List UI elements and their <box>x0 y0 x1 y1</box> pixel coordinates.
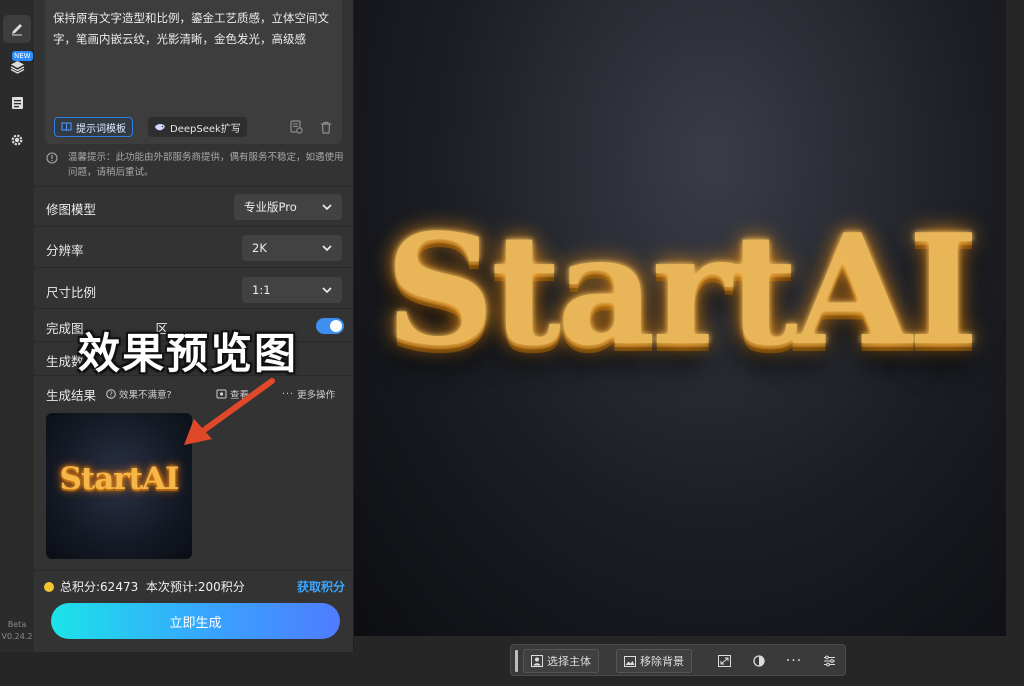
chevron-down-icon <box>322 204 332 210</box>
remove-background-button[interactable]: 移除背景 <box>616 649 692 673</box>
tool-rail: NEW Beta V0.24.2 <box>0 0 34 652</box>
model-label: 修图模型 <box>46 202 97 217</box>
get-credits-link[interactable]: 获取积分 <box>297 578 345 595</box>
resize-icon <box>717 655 731 667</box>
results-title: 生成结果 <box>46 388 97 403</box>
contrast-button[interactable] <box>747 649 771 673</box>
canvas-hero-text: StartAI <box>385 200 979 379</box>
pen-icon <box>12 24 22 36</box>
deepseek-expand-label: DeepSeek扩写 <box>170 123 241 135</box>
select-subject-button[interactable]: 选择主体 <box>523 649 599 673</box>
divider <box>34 267 354 268</box>
image-canvas[interactable]: StartAI <box>354 0 1006 636</box>
service-tip: 温馨提示：此功能由外部服务商提供，偶有服务不稳定，如遇使用问题，请稍后重试。 <box>46 150 346 180</box>
document-tool-button[interactable] <box>3 89 31 117</box>
remove-background-label: 移除背景 <box>640 655 684 668</box>
person-icon <box>531 655 543 667</box>
ellipsis-icon: ··· <box>282 388 295 400</box>
model-select[interactable]: 专业版Pro <box>234 194 342 220</box>
divider <box>34 570 354 571</box>
settings-tool-button[interactable] <box>3 126 31 154</box>
clear-prompt-button[interactable] <box>317 118 335 136</box>
version-label: V0.24.2 <box>1 632 33 641</box>
prompt-input[interactable]: 保持原有文字造型和比例，鎏金工艺质感，立体空间文字，笔画内嵌云纹，光影清晰，金色… <box>45 0 342 144</box>
sliders-icon <box>823 655 835 667</box>
divider <box>34 186 354 187</box>
more-options-button[interactable]: ··· <box>782 649 806 673</box>
info-icon <box>46 152 58 164</box>
ratio-value: 1:1 <box>252 283 271 297</box>
credits-info: 总积分:62473 本次预计:200积分 <box>44 578 245 595</box>
more-actions-label: 更多操作 <box>297 390 336 401</box>
beta-label: Beta <box>7 620 27 629</box>
prompt-template-button[interactable]: 提示词模板 <box>54 117 133 137</box>
result-thumbnail[interactable]: StartAI <box>46 413 192 559</box>
image-icon <box>624 655 636 667</box>
edit-tool-button[interactable] <box>3 15 31 43</box>
prompt-text[interactable]: 保持原有文字造型和比例，鎏金工艺质感，立体空间文字，笔画内嵌云纹，光影清晰，金色… <box>53 8 335 50</box>
resolution-value: 2K <box>252 241 267 255</box>
preview-annotation: 效果预览图 <box>78 329 299 378</box>
gear-icon <box>11 134 23 146</box>
select-subject-label: 选择主体 <box>547 655 591 668</box>
annotation-arrow-icon <box>184 378 275 445</box>
resize-button[interactable] <box>712 649 736 673</box>
trash-icon <box>321 121 331 134</box>
question-icon: ? <box>106 389 116 399</box>
more-actions-button[interactable]: ··· 更多操作 <box>282 387 336 402</box>
resolution-label: 分辨率 <box>46 243 84 258</box>
complete-toggle[interactable] <box>316 318 344 334</box>
ratio-label: 尺寸比例 <box>46 285 97 300</box>
resolution-select[interactable]: 2K <box>242 235 342 261</box>
deepseek-expand-button[interactable]: DeepSeek扩写 <box>148 117 247 137</box>
svg-text:?: ? <box>109 391 113 399</box>
whale-icon <box>155 123 165 130</box>
toolbar-grip[interactable] <box>515 650 518 672</box>
canvas-toolbar: 选择主体 移除背景 ··· <box>510 644 846 676</box>
generate-button[interactable]: 立即生成 <box>51 603 340 639</box>
coin-icon <box>44 581 54 592</box>
ratio-select[interactable]: 1:1 <box>242 277 342 303</box>
dissatisfied-label: 效果不满意? <box>119 390 172 401</box>
ellipsis-icon: ··· <box>785 653 803 669</box>
thumbnail-text: StartAI <box>59 461 180 497</box>
prompt-template-label: 提示词模板 <box>76 123 126 135</box>
book-icon <box>61 122 72 132</box>
history-icon <box>290 120 303 134</box>
adjust-button[interactable] <box>817 649 841 673</box>
document-icon <box>11 97 23 109</box>
model-value: 专业版Pro <box>244 200 297 214</box>
chevron-down-icon <box>322 245 332 251</box>
history-button[interactable] <box>287 118 305 136</box>
credits-text: 总积分:62473 本次预计:200积分 <box>60 580 245 594</box>
divider <box>34 308 354 309</box>
service-tip-text: 温馨提示：此功能由外部服务商提供，偶有服务不稳定，如遇使用问题，请稍后重试。 <box>68 152 344 178</box>
new-badge: NEW <box>12 51 33 61</box>
contrast-icon <box>753 655 765 667</box>
dissatisfied-link[interactable]: ? 效果不满意? <box>106 387 172 401</box>
chevron-down-icon <box>322 287 332 293</box>
divider <box>34 226 354 227</box>
